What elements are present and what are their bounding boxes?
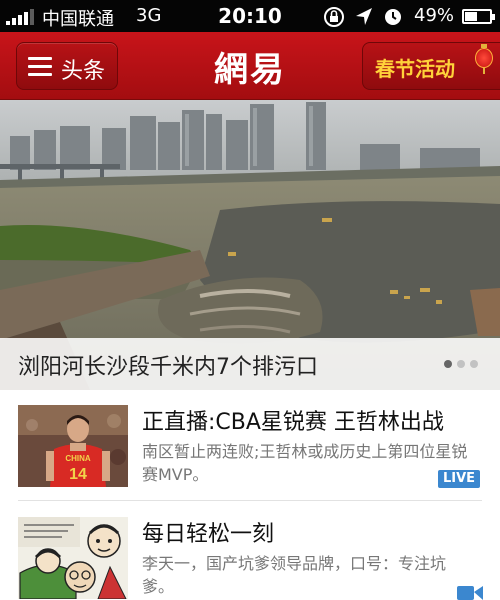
status-bar: 中国联通 3G 20:10 49% xyxy=(0,0,500,32)
news-item-cba-live[interactable]: CHINA 14 正直播:CBA星锐赛 王哲林出战 南区暂止两连败;王哲林或成历… xyxy=(0,390,500,502)
location-arrow-icon xyxy=(356,8,372,25)
live-badge: LIVE xyxy=(438,470,480,488)
headline-caption: 浏阳河长沙段千米内7个排污口 xyxy=(18,355,318,380)
carousel-page-indicator xyxy=(444,360,480,370)
battery-percent: 49% xyxy=(414,5,455,26)
status-icons xyxy=(322,5,412,29)
news-description: 南区暂止两连败;王哲林或成历史上第四位星锐赛MVP。 xyxy=(142,442,468,484)
jersey-text: CHINA xyxy=(65,454,91,463)
battery-icon xyxy=(462,9,495,24)
jersey-number: 14 xyxy=(69,466,87,483)
news-thumbnail-basketball-player: CHINA 14 xyxy=(18,405,128,487)
list-divider xyxy=(18,500,482,501)
page-dot xyxy=(444,360,452,368)
event-button-label: 春节活动 xyxy=(375,57,455,81)
news-description: 李天一，国产坑爹领导品牌，口号：专注坑爹。 xyxy=(142,554,447,596)
page-dot xyxy=(457,360,465,368)
headline-caption-bar[interactable]: 浏阳河长沙段千米内7个排污口 xyxy=(0,338,500,390)
news-item-daily-relax[interactable]: 每日轻松一刻 李天一，国产坑爹领导品牌，口号：专注坑爹。 xyxy=(0,502,500,600)
video-camera-icon xyxy=(457,583,483,600)
alarm-clock-icon xyxy=(385,9,401,25)
news-title: 正直播:CBA星锐赛 王哲林出战 xyxy=(142,410,444,435)
rotation-lock-icon xyxy=(324,7,344,27)
lantern-icon xyxy=(473,44,495,74)
news-title: 每日轻松一刻 xyxy=(142,522,275,547)
news-thumbnail-cartoon xyxy=(18,517,128,599)
page-dot xyxy=(470,360,478,368)
